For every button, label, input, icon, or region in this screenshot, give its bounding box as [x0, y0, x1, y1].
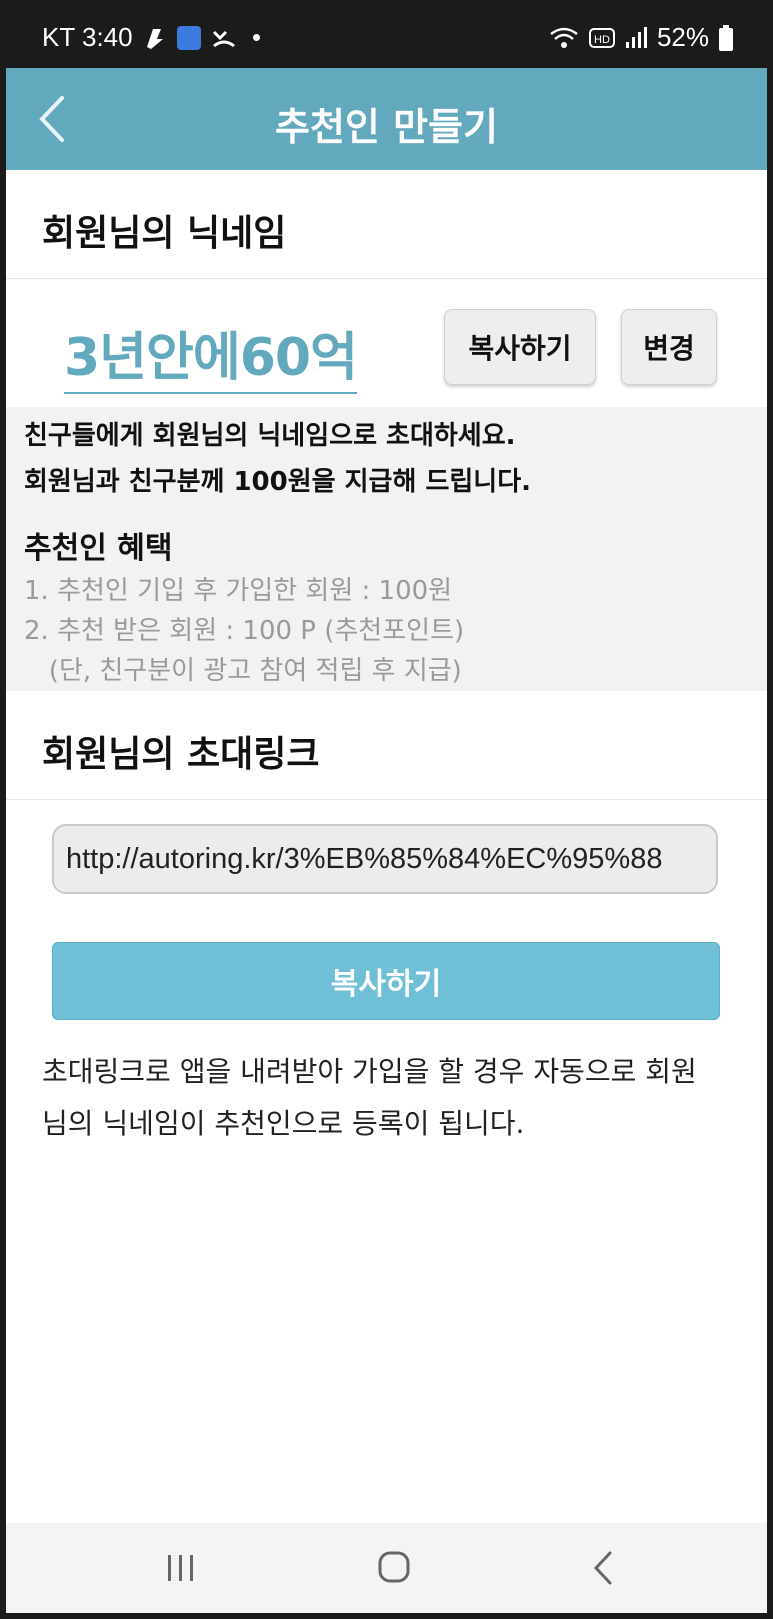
- benefit-title: 추천인 혜택: [24, 531, 173, 566]
- copy-nickname-button[interactable]: 복사하기: [444, 309, 596, 385]
- app-icon: [176, 25, 201, 50]
- invite-header-label: 회원님의 초대링크: [42, 734, 320, 775]
- back-icon[interactable]: [580, 1545, 630, 1591]
- wifi-icon: [550, 27, 578, 48]
- change-nickname-button[interactable]: 변경: [621, 309, 717, 385]
- battery-percent: 52%: [656, 22, 709, 52]
- benefit-item: 2. 추천 받은 회원 : 100 P (추천포인트): [24, 616, 465, 646]
- system-nav-bar: [6, 1523, 767, 1613]
- signal-icon: [625, 26, 647, 48]
- missed-call-icon: [212, 30, 235, 47]
- svg-text:HD: HD: [594, 34, 610, 46]
- more-notifications-dot: [252, 34, 260, 41]
- app-bar: 추천인 만들기: [6, 68, 767, 170]
- benefit-item: (단, 친구분이 광고 참여 적립 후 지급): [24, 656, 462, 686]
- carrier-time: KT 3:40: [42, 22, 133, 52]
- status-bar-right: HD 52%: [549, 22, 733, 53]
- nickname-value: 3년안에60억: [64, 315, 358, 394]
- page-title: 추천인 만들기: [275, 105, 498, 149]
- invite-link-field[interactable]: http://autoring.kr/3%EB%85%84%EC%95%88: [52, 824, 718, 894]
- status-bar-left: KT 3:40: [42, 22, 260, 53]
- notification-icon: [146, 28, 163, 49]
- device-frame: KT 3:40 HD 52% 추천인 만들기 회원님의 닉네임 3년안에60억 …: [0, 0, 773, 1619]
- nickname-row: 3년안에60억 복사하기 변경: [6, 279, 767, 407]
- invite-section-header: 회원님의 초대링크: [6, 691, 767, 800]
- invite-description: 초대링크로 앱을 내려받아 가입을 할 경우 자동으로 회원님의 닉네임이 추천…: [42, 1055, 697, 1140]
- copy-link-button[interactable]: 복사하기: [52, 942, 720, 1020]
- battery-icon: [719, 24, 733, 51]
- recents-icon[interactable]: [156, 1545, 206, 1591]
- nickname-section-header: 회원님의 닉네임: [6, 170, 767, 279]
- benefit-item: 1. 추천인 기입 후 가입한 회원 : 100원: [24, 576, 453, 606]
- status-bar: KT 3:40 HD 52%: [0, 0, 773, 68]
- info-line-2: 회원님과 친구분께 100원을 지급해 드립니다.: [24, 467, 531, 497]
- hd-icon: HD: [588, 27, 615, 48]
- nickname-header-label: 회원님의 닉네임: [42, 213, 287, 254]
- info-line-1: 친구들에게 회원님의 닉네임으로 초대하세요.: [24, 421, 516, 451]
- referral-info-box: 친구들에게 회원님의 닉네임으로 초대하세요. 회원님과 친구분께 100원을 …: [6, 407, 767, 691]
- home-icon[interactable]: [370, 1545, 420, 1591]
- invite-link-wrap: http://autoring.kr/3%EB%85%84%EC%95%88: [6, 800, 767, 900]
- app-screen: 추천인 만들기 회원님의 닉네임 3년안에60억 복사하기 변경 친구들에게 회…: [6, 68, 767, 1613]
